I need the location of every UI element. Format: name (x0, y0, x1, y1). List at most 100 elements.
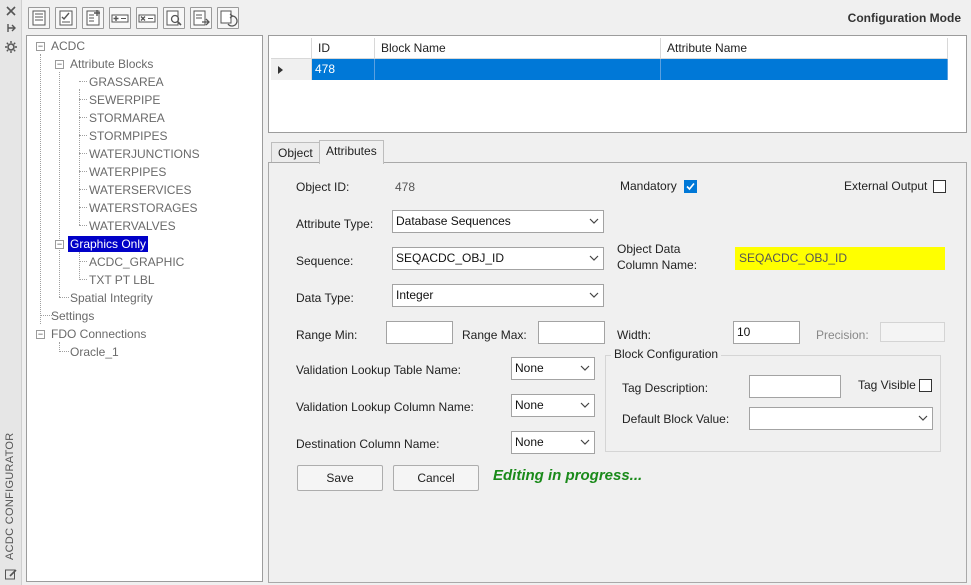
tree-node-block[interactable]: STORMPIPES (89, 128, 167, 144)
new-config-icon[interactable] (28, 7, 50, 29)
tree-node-acdc[interactable]: ACDC (51, 38, 85, 54)
chevron-down-icon (589, 285, 599, 306)
tree-node-connection[interactable]: Oracle_1 (70, 344, 119, 360)
attribute-type-value: Database Sequences (396, 214, 511, 228)
tree-node-graphic[interactable]: TXT PT LBL (89, 272, 155, 288)
attribute-type-select[interactable]: Database Sequences (392, 210, 604, 233)
tag-visible-label: Tag Visible (858, 378, 916, 392)
sequence-label: Sequence: (296, 254, 354, 268)
chevron-down-icon (580, 432, 590, 453)
validation-column-value: None (515, 398, 544, 412)
mandatory-checkbox[interactable] (684, 180, 697, 193)
validation-column-label: Validation Lookup Column Name: (296, 400, 474, 414)
tab-object[interactable]: Object (271, 142, 320, 164)
tree-node-settings[interactable]: Settings (51, 308, 94, 324)
tree-node-attribute-blocks[interactable]: Attribute Blocks (70, 56, 153, 72)
tab-attributes[interactable]: Attributes (319, 140, 384, 164)
panel-title: ACDC CONFIGURATOR (4, 432, 16, 560)
precision-field[interactable] (880, 322, 945, 342)
attribute-type-label: Attribute Type: (296, 217, 374, 231)
destination-column-value: None (515, 435, 544, 449)
refresh-icon[interactable] (217, 7, 239, 29)
column-header-block-name[interactable]: Block Name (375, 38, 661, 59)
validation-table-value: None (515, 361, 544, 375)
tag-description-field[interactable] (749, 375, 841, 398)
tree-node-block[interactable]: WATERSTORAGES (89, 200, 197, 216)
tree-node-block[interactable]: WATERJUNCTIONS (89, 146, 200, 162)
sequence-select[interactable]: SEQACDC_OBJ_ID (392, 247, 604, 270)
tree-node-graphic[interactable]: ACDC_GRAPHIC (89, 254, 184, 270)
chevron-down-icon (580, 395, 590, 416)
object-data-column-label: Object Data (617, 242, 681, 256)
validation-table-label: Validation Lookup Table Name: (296, 363, 461, 377)
collapse-icon[interactable]: − (36, 42, 45, 51)
range-min-field[interactable] (386, 321, 453, 344)
check-icon (686, 182, 695, 191)
pin-icon[interactable] (4, 21, 18, 35)
chevron-down-icon (580, 358, 590, 379)
tree-node-fdo-connections[interactable]: FDO Connections (51, 326, 146, 342)
data-type-select[interactable]: Integer (392, 284, 604, 307)
range-min-label: Range Min: (296, 328, 358, 342)
width-label: Width: (617, 328, 652, 342)
row-selector[interactable] (271, 59, 312, 80)
width-field[interactable]: 10 (733, 321, 800, 344)
range-max-field[interactable] (538, 321, 605, 344)
chevron-down-icon (918, 408, 928, 429)
tree-node-graphics-only[interactable]: Graphics Only (68, 236, 149, 252)
external-output-label: External Output (844, 179, 928, 193)
mandatory-label: Mandatory (620, 179, 677, 193)
tree-node-block[interactable]: WATERSERVICES (89, 182, 191, 198)
default-block-value-label: Default Block Value: (622, 412, 730, 426)
add-row-icon[interactable] (109, 7, 131, 29)
external-output-checkbox[interactable] (933, 180, 946, 193)
object-id-value: 478 (395, 180, 416, 194)
column-header-attribute-name[interactable]: Attribute Name (661, 38, 948, 59)
preview-icon[interactable] (163, 7, 185, 29)
range-max-label: Range Max: (462, 328, 527, 342)
collapse-icon[interactable]: − (36, 330, 45, 339)
column-header-id[interactable]: ID (312, 38, 375, 59)
tree-node-block[interactable]: GRASSAREA (89, 74, 164, 90)
collapse-icon[interactable]: − (55, 240, 64, 249)
tree-node-spatial-integrity[interactable]: Spatial Integrity (70, 290, 153, 306)
sequence-value: SEQACDC_OBJ_ID (396, 251, 505, 265)
tree-node-block[interactable]: WATERPIPES (89, 164, 166, 180)
tag-description-label: Tag Description: (622, 381, 709, 395)
validation-table-select[interactable]: None (511, 357, 595, 380)
cancel-button[interactable]: Cancel (393, 465, 479, 491)
status-text: Editing in progress... (493, 467, 643, 484)
save-button[interactable]: Save (297, 465, 383, 491)
object-id-label: Object ID: (296, 180, 350, 194)
checklist-icon[interactable] (55, 7, 77, 29)
tree-node-block[interactable]: SEWERPIPE (89, 92, 160, 108)
tree-node-block[interactable]: WATERVALVES (89, 218, 176, 234)
config-tree[interactable]: − − − − ACDC Attribute Blocks GRASSAREA … (26, 35, 263, 582)
data-type-label: Data Type: (296, 291, 354, 305)
destination-column-label: Destination Column Name: (296, 437, 440, 451)
table-cell-id[interactable]: 478 (312, 59, 375, 80)
chevron-down-icon (589, 248, 599, 269)
tree-node-block[interactable]: STORMAREA (89, 110, 165, 126)
table-cell-block-name[interactable] (375, 59, 661, 80)
data-type-value: Integer (396, 288, 434, 302)
table-cell-attribute-name[interactable] (661, 59, 948, 80)
collapse-icon[interactable]: − (55, 60, 64, 69)
settings-icon[interactable] (4, 40, 18, 54)
validation-column-select[interactable]: None (511, 394, 595, 417)
block-configuration-group (605, 355, 941, 452)
edit-icon[interactable] (4, 567, 18, 581)
default-block-value-select[interactable] (749, 407, 933, 430)
destination-column-select[interactable]: None (511, 431, 595, 454)
object-data-column-label-2: Column Name: (617, 258, 698, 272)
remove-row-icon[interactable] (136, 7, 158, 29)
row-header-corner (271, 38, 312, 59)
current-row-icon (278, 66, 283, 74)
tag-visible-checkbox[interactable] (919, 379, 932, 392)
object-data-column-field[interactable]: SEQACDC_OBJ_ID (735, 247, 945, 270)
attribute-grid[interactable]: ID Block Name Attribute Name 478 (268, 35, 967, 133)
export-icon[interactable] (190, 7, 212, 29)
close-icon[interactable] (4, 4, 18, 18)
mode-title: Configuration Mode (847, 11, 961, 25)
add-list-icon[interactable] (82, 7, 104, 29)
